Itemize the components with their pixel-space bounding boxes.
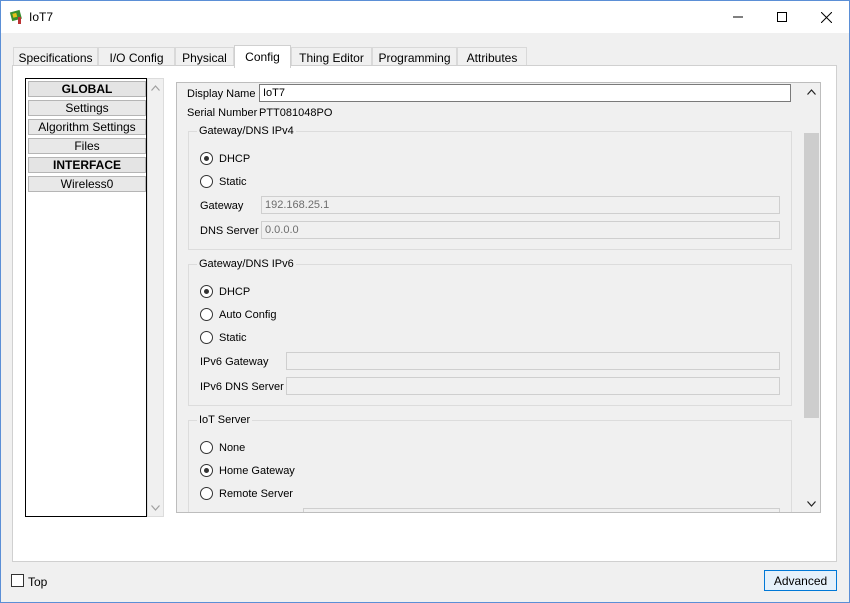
chevron-up-icon: [807, 88, 816, 95]
ipv6-group-title: Gateway/DNS IPv6: [197, 258, 296, 270]
ipv6-static-radio[interactable]: [200, 331, 213, 344]
ipv6-dns-input[interactable]: [286, 377, 780, 395]
iot-server-group-title: IoT Server: [197, 414, 253, 426]
chevron-down-icon: [151, 504, 160, 511]
iot-device-icon: [9, 9, 22, 24]
nav-item-wireless0[interactable]: Wireless0: [28, 176, 146, 192]
minimize-button[interactable]: [715, 1, 761, 33]
ipv6-dns-label: IPv6 DNS Server: [200, 381, 284, 393]
tab-thing-editor[interactable]: Thing Editor: [291, 47, 372, 67]
ipv4-static-label: Static: [219, 176, 247, 188]
tab-programming[interactable]: Programming: [372, 47, 457, 67]
close-button[interactable]: [803, 1, 849, 33]
chevron-up-icon: [151, 84, 160, 91]
iot-server-home-gateway-label: Home Gateway: [219, 465, 295, 477]
content-scroll-thumb[interactable]: [804, 133, 819, 418]
tab-config[interactable]: Config: [234, 45, 291, 68]
chevron-down-icon: [807, 500, 816, 507]
ipv6-dhcp-radio[interactable]: [200, 285, 213, 298]
iot-server-remote-label: Remote Server: [219, 488, 293, 500]
ipv6-auto-config-radio[interactable]: [200, 308, 213, 321]
ipv4-dhcp-label: DHCP: [219, 153, 251, 165]
nav-header-interface: INTERFACE: [28, 157, 146, 173]
ipv4-gateway-label: Gateway: [200, 200, 244, 212]
nav-scroll-down-button[interactable]: [147, 499, 164, 516]
iot-server-remote-radio[interactable]: [200, 487, 213, 500]
top-checkbox[interactable]: [11, 574, 24, 587]
ipv6-group: Gateway/DNS IPv6 DHCP Auto Config Static…: [188, 258, 792, 406]
ipv4-dns-input[interactable]: 0.0.0.0: [261, 221, 780, 239]
ipv4-dhcp-radio[interactable]: [200, 152, 213, 165]
minimize-icon: [733, 16, 743, 18]
ipv4-group: Gateway/DNS IPv4 DHCP Static Gateway 192…: [188, 125, 792, 250]
tab-physical[interactable]: Physical: [175, 47, 234, 67]
nav-scroll-up-button[interactable]: [147, 79, 164, 96]
tab-io-config[interactable]: I/O Config: [98, 47, 175, 67]
iot-server-none-radio[interactable]: [200, 441, 213, 454]
nav-item-settings[interactable]: Settings: [28, 100, 146, 116]
ipv6-static-label: Static: [219, 332, 247, 344]
top-checkbox-label: Top: [28, 575, 48, 589]
remote-server-address-input[interactable]: [303, 508, 780, 512]
maximize-button[interactable]: [759, 1, 805, 33]
display-name-label: Display Name: [187, 88, 256, 100]
serial-number-value: PTT081048PO: [259, 107, 333, 119]
content-scroll-down-button[interactable]: [803, 495, 820, 512]
ipv6-auto-config-label: Auto Config: [219, 309, 277, 321]
ipv6-dhcp-label: DHCP: [219, 286, 251, 298]
ipv6-gateway-input[interactable]: [286, 352, 780, 370]
maximize-icon: [777, 12, 787, 22]
nav-scrollbar[interactable]: [147, 78, 164, 517]
nav-item-files[interactable]: Files: [28, 138, 146, 154]
tab-specifications[interactable]: Specifications: [13, 47, 98, 67]
tab-attributes[interactable]: Attributes: [457, 47, 527, 67]
ipv4-group-title: Gateway/DNS IPv4: [197, 125, 296, 137]
nav-header-global: GLOBAL: [28, 81, 146, 97]
iot-server-none-label: None: [219, 442, 246, 454]
close-icon: [820, 11, 832, 23]
nav-item-algorithm-settings[interactable]: Algorithm Settings: [28, 119, 146, 135]
ipv4-dns-label: DNS Server: [200, 225, 259, 237]
config-panel: GLOBAL Settings Algorithm Settings Files…: [12, 65, 837, 562]
config-nav-list: GLOBAL Settings Algorithm Settings Files…: [25, 78, 147, 517]
ipv6-gateway-label: IPv6 Gateway: [200, 356, 269, 368]
content-scroll-up-button[interactable]: [803, 83, 820, 100]
iot-server-home-gateway-radio[interactable]: [200, 464, 213, 477]
iot-server-group: IoT Server None Home Gateway Remote Serv…: [188, 414, 792, 512]
ipv4-static-radio[interactable]: [200, 175, 213, 188]
serial-number-label: Serial Number: [187, 107, 258, 119]
content-scrollbar[interactable]: [803, 83, 820, 512]
window-title: IoT7: [29, 10, 54, 24]
ipv4-gateway-input[interactable]: 192.168.25.1: [261, 196, 780, 214]
display-name-input[interactable]: IoT7: [259, 84, 791, 102]
title-bar: IoT7: [1, 1, 849, 33]
device-window: IoT7 Specifications I/O Config Physical …: [0, 0, 850, 603]
settings-content: Display Name IoT7 Serial Number PTT08104…: [176, 82, 821, 513]
advanced-button[interactable]: Advanced: [764, 570, 837, 591]
